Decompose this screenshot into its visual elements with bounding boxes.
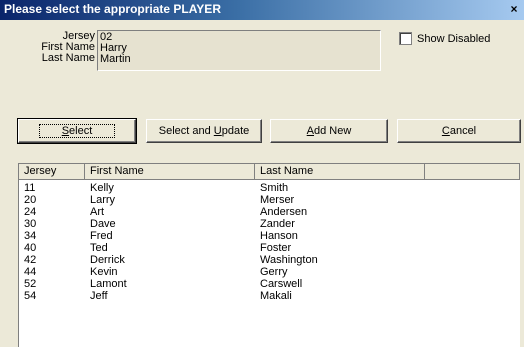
list-row[interactable]: 11 Kelly Smith <box>19 182 520 194</box>
title-bar[interactable]: Please select the appropriate PLAYER × <box>0 0 524 20</box>
cancel-button[interactable]: Cancel <box>397 119 521 143</box>
last-name-value: Martin <box>100 53 131 65</box>
show-disabled-checkbox[interactable]: Show Disabled <box>399 32 490 45</box>
player-info-box: 02 Harry Martin <box>97 30 381 71</box>
list-row[interactable]: 42 Derrick Washington <box>19 254 520 266</box>
list-row[interactable]: 54 Jeff Makali <box>19 290 520 302</box>
player-info-labels: Jersey First Name Last Name <box>18 31 95 64</box>
jersey-value: 02 <box>100 31 113 43</box>
list-row[interactable]: 40 Ted Foster <box>19 242 520 254</box>
list-header: Jersey First Name Last Name <box>19 164 520 180</box>
select-and-update-button[interactable]: Select and Update <box>146 119 262 143</box>
list-row[interactable]: 44 Kevin Gerry <box>19 266 520 278</box>
player-list[interactable]: Jersey First Name Last Name 11 Kelly Smith… <box>18 163 520 347</box>
column-header-first-name[interactable]: First Name <box>85 164 255 180</box>
show-disabled-label: Show Disabled <box>417 32 491 45</box>
list-row[interactable]: 34 Fred Hanson <box>19 230 520 242</box>
list-rows: 11 Kelly Smith 20 Larry Merser 24 Art Andersen… <box>19 182 520 302</box>
list-row[interactable]: 52 Lamont Carswell <box>19 278 520 290</box>
list-row[interactable]: 24 Art Andersen <box>19 206 520 218</box>
list-row[interactable]: 30 Dave Zander <box>19 218 520 230</box>
column-header-last-name[interactable]: Last Name <box>255 164 425 180</box>
last-name-label: Last Name <box>41 52 95 64</box>
select-button[interactable]: Select <box>17 118 137 144</box>
list-row[interactable]: 20 Larry Merser <box>19 194 520 206</box>
column-header-jersey[interactable]: Jersey <box>19 164 85 180</box>
close-icon[interactable]: × <box>507 2 521 16</box>
window-title: Please select the appropriate PLAYER <box>4 2 221 16</box>
checkbox-box[interactable] <box>399 32 412 45</box>
add-new-button[interactable]: Add New <box>270 119 388 143</box>
column-header-spare <box>425 164 520 180</box>
first-name-value: Harry <box>100 42 127 54</box>
